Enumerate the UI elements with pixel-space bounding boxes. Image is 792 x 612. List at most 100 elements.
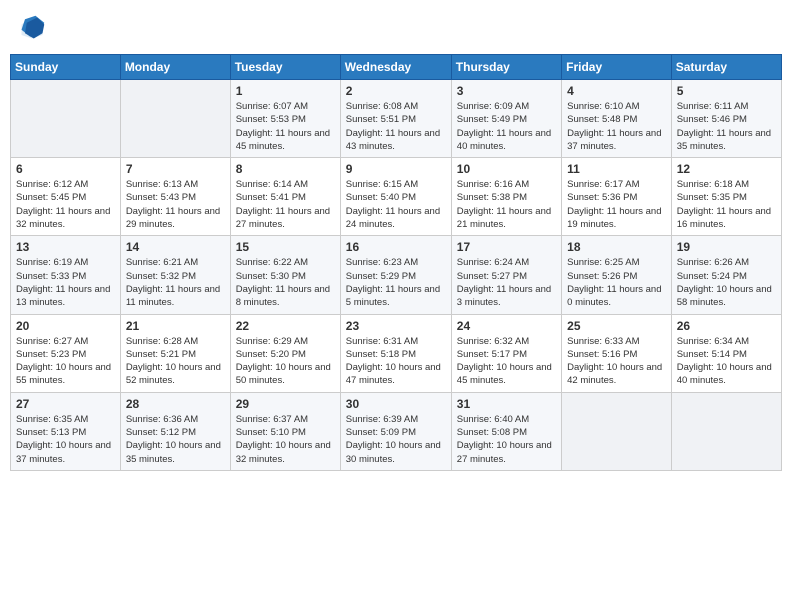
calendar-header: SundayMondayTuesdayWednesdayThursdayFrid…	[11, 55, 782, 80]
day-info: Sunrise: 6:21 AM Sunset: 5:32 PM Dayligh…	[126, 256, 225, 309]
calendar-cell: 7 Sunrise: 6:13 AM Sunset: 5:43 PM Daylig…	[120, 158, 230, 236]
day-info: Sunrise: 6:37 AM Sunset: 5:10 PM Dayligh…	[236, 413, 335, 466]
day-number: 23	[346, 319, 446, 333]
calendar-cell: 18 Sunrise: 6:25 AM Sunset: 5:26 PM Dayli…	[562, 236, 672, 314]
calendar-cell: 16 Sunrise: 6:23 AM Sunset: 5:29 PM Dayli…	[340, 236, 451, 314]
calendar-table: SundayMondayTuesdayWednesdayThursdayFrid…	[10, 54, 782, 471]
day-info: Sunrise: 6:31 AM Sunset: 5:18 PM Dayligh…	[346, 335, 446, 388]
calendar-cell	[671, 392, 781, 470]
calendar-cell: 23 Sunrise: 6:31 AM Sunset: 5:18 PM Dayli…	[340, 314, 451, 392]
day-number: 29	[236, 397, 335, 411]
calendar-cell: 1 Sunrise: 6:07 AM Sunset: 5:53 PM Daylig…	[230, 80, 340, 158]
day-info: Sunrise: 6:11 AM Sunset: 5:46 PM Dayligh…	[677, 100, 776, 153]
day-info: Sunrise: 6:16 AM Sunset: 5:38 PM Dayligh…	[457, 178, 556, 231]
logo	[18, 14, 48, 42]
weekday-header-saturday: Saturday	[671, 55, 781, 80]
calendar-cell	[120, 80, 230, 158]
day-number: 17	[457, 240, 556, 254]
calendar-week-1: 1 Sunrise: 6:07 AM Sunset: 5:53 PM Daylig…	[11, 80, 782, 158]
calendar-cell: 10 Sunrise: 6:16 AM Sunset: 5:38 PM Dayli…	[451, 158, 561, 236]
calendar-cell: 20Sunrise: 6:27 AM Sunset: 5:23 PM Dayli…	[11, 314, 121, 392]
weekday-header-sunday: Sunday	[11, 55, 121, 80]
calendar-cell: 30 Sunrise: 6:39 AM Sunset: 5:09 PM Dayli…	[340, 392, 451, 470]
calendar-cell: 28 Sunrise: 6:36 AM Sunset: 5:12 PM Dayli…	[120, 392, 230, 470]
day-number: 24	[457, 319, 556, 333]
day-info: Sunrise: 6:33 AM Sunset: 5:16 PM Dayligh…	[567, 335, 666, 388]
calendar-cell: 27Sunrise: 6:35 AM Sunset: 5:13 PM Dayli…	[11, 392, 121, 470]
calendar-cell: 19 Sunrise: 6:26 AM Sunset: 5:24 PM Dayli…	[671, 236, 781, 314]
day-info: Sunrise: 6:24 AM Sunset: 5:27 PM Dayligh…	[457, 256, 556, 309]
calendar-cell: 26Sunrise: 6:34 AM Sunset: 5:14 PM Dayli…	[671, 314, 781, 392]
calendar-cell: 13Sunrise: 6:19 AM Sunset: 5:33 PM Dayli…	[11, 236, 121, 314]
day-number: 12	[677, 162, 776, 176]
calendar-cell: 9Sunrise: 6:15 AM Sunset: 5:40 PM Daylig…	[340, 158, 451, 236]
weekday-row: SundayMondayTuesdayWednesdayThursdayFrid…	[11, 55, 782, 80]
calendar-cell: 21 Sunrise: 6:28 AM Sunset: 5:21 PM Dayli…	[120, 314, 230, 392]
calendar-week-4: 20Sunrise: 6:27 AM Sunset: 5:23 PM Dayli…	[11, 314, 782, 392]
day-number: 22	[236, 319, 335, 333]
day-info: Sunrise: 6:23 AM Sunset: 5:29 PM Dayligh…	[346, 256, 446, 309]
day-info: Sunrise: 6:10 AM Sunset: 5:48 PM Dayligh…	[567, 100, 666, 153]
page-header	[10, 10, 782, 46]
day-number: 21	[126, 319, 225, 333]
calendar-cell: 12 Sunrise: 6:18 AM Sunset: 5:35 PM Dayli…	[671, 158, 781, 236]
day-number: 9	[346, 162, 446, 176]
day-info: Sunrise: 6:14 AM Sunset: 5:41 PM Dayligh…	[236, 178, 335, 231]
day-number: 3	[457, 84, 556, 98]
day-number: 10	[457, 162, 556, 176]
day-info: Sunrise: 6:17 AM Sunset: 5:36 PM Dayligh…	[567, 178, 666, 231]
day-info: Sunrise: 6:26 AM Sunset: 5:24 PM Dayligh…	[677, 256, 776, 309]
day-info: Sunrise: 6:27 AM Sunset: 5:23 PM Dayligh…	[16, 335, 115, 388]
weekday-header-friday: Friday	[562, 55, 672, 80]
weekday-header-thursday: Thursday	[451, 55, 561, 80]
calendar-cell: 31 Sunrise: 6:40 AM Sunset: 5:08 PM Dayli…	[451, 392, 561, 470]
day-number: 19	[677, 240, 776, 254]
day-number: 30	[346, 397, 446, 411]
day-info: Sunrise: 6:22 AM Sunset: 5:30 PM Dayligh…	[236, 256, 335, 309]
day-info: Sunrise: 6:39 AM Sunset: 5:09 PM Dayligh…	[346, 413, 446, 466]
calendar-cell: 15 Sunrise: 6:22 AM Sunset: 5:30 PM Dayli…	[230, 236, 340, 314]
day-number: 16	[346, 240, 446, 254]
day-number: 5	[677, 84, 776, 98]
weekday-header-monday: Monday	[120, 55, 230, 80]
calendar-cell: 6 Sunrise: 6:12 AM Sunset: 5:45 PM Daylig…	[11, 158, 121, 236]
day-info: Sunrise: 6:36 AM Sunset: 5:12 PM Dayligh…	[126, 413, 225, 466]
day-info: Sunrise: 6:29 AM Sunset: 5:20 PM Dayligh…	[236, 335, 335, 388]
weekday-header-tuesday: Tuesday	[230, 55, 340, 80]
calendar-cell: 4Sunrise: 6:10 AM Sunset: 5:48 PM Daylig…	[562, 80, 672, 158]
calendar-cell: 29 Sunrise: 6:37 AM Sunset: 5:10 PM Dayli…	[230, 392, 340, 470]
day-number: 2	[346, 84, 446, 98]
day-info: Sunrise: 6:09 AM Sunset: 5:49 PM Dayligh…	[457, 100, 556, 153]
calendar-cell: 17 Sunrise: 6:24 AM Sunset: 5:27 PM Dayli…	[451, 236, 561, 314]
calendar-cell	[562, 392, 672, 470]
day-info: Sunrise: 6:25 AM Sunset: 5:26 PM Dayligh…	[567, 256, 666, 309]
day-info: Sunrise: 6:12 AM Sunset: 5:45 PM Dayligh…	[16, 178, 115, 231]
calendar-week-5: 27Sunrise: 6:35 AM Sunset: 5:13 PM Dayli…	[11, 392, 782, 470]
day-info: Sunrise: 6:13 AM Sunset: 5:43 PM Dayligh…	[126, 178, 225, 231]
day-number: 11	[567, 162, 666, 176]
day-number: 6	[16, 162, 115, 176]
calendar-cell: 24 Sunrise: 6:32 AM Sunset: 5:17 PM Dayli…	[451, 314, 561, 392]
day-number: 8	[236, 162, 335, 176]
day-number: 18	[567, 240, 666, 254]
day-number: 15	[236, 240, 335, 254]
day-number: 25	[567, 319, 666, 333]
day-info: Sunrise: 6:35 AM Sunset: 5:13 PM Dayligh…	[16, 413, 115, 466]
day-info: Sunrise: 6:07 AM Sunset: 5:53 PM Dayligh…	[236, 100, 335, 153]
day-number: 1	[236, 84, 335, 98]
calendar-cell	[11, 80, 121, 158]
day-info: Sunrise: 6:18 AM Sunset: 5:35 PM Dayligh…	[677, 178, 776, 231]
calendar-week-3: 13Sunrise: 6:19 AM Sunset: 5:33 PM Dayli…	[11, 236, 782, 314]
calendar-cell: 3 Sunrise: 6:09 AM Sunset: 5:49 PM Daylig…	[451, 80, 561, 158]
calendar-cell: 11 Sunrise: 6:17 AM Sunset: 5:36 PM Dayli…	[562, 158, 672, 236]
day-number: 28	[126, 397, 225, 411]
day-info: Sunrise: 6:34 AM Sunset: 5:14 PM Dayligh…	[677, 335, 776, 388]
day-info: Sunrise: 6:32 AM Sunset: 5:17 PM Dayligh…	[457, 335, 556, 388]
day-info: Sunrise: 6:28 AM Sunset: 5:21 PM Dayligh…	[126, 335, 225, 388]
calendar-week-2: 6 Sunrise: 6:12 AM Sunset: 5:45 PM Daylig…	[11, 158, 782, 236]
day-info: Sunrise: 6:40 AM Sunset: 5:08 PM Dayligh…	[457, 413, 556, 466]
day-number: 31	[457, 397, 556, 411]
day-number: 7	[126, 162, 225, 176]
calendar-cell: 25 Sunrise: 6:33 AM Sunset: 5:16 PM Dayli…	[562, 314, 672, 392]
day-number: 14	[126, 240, 225, 254]
